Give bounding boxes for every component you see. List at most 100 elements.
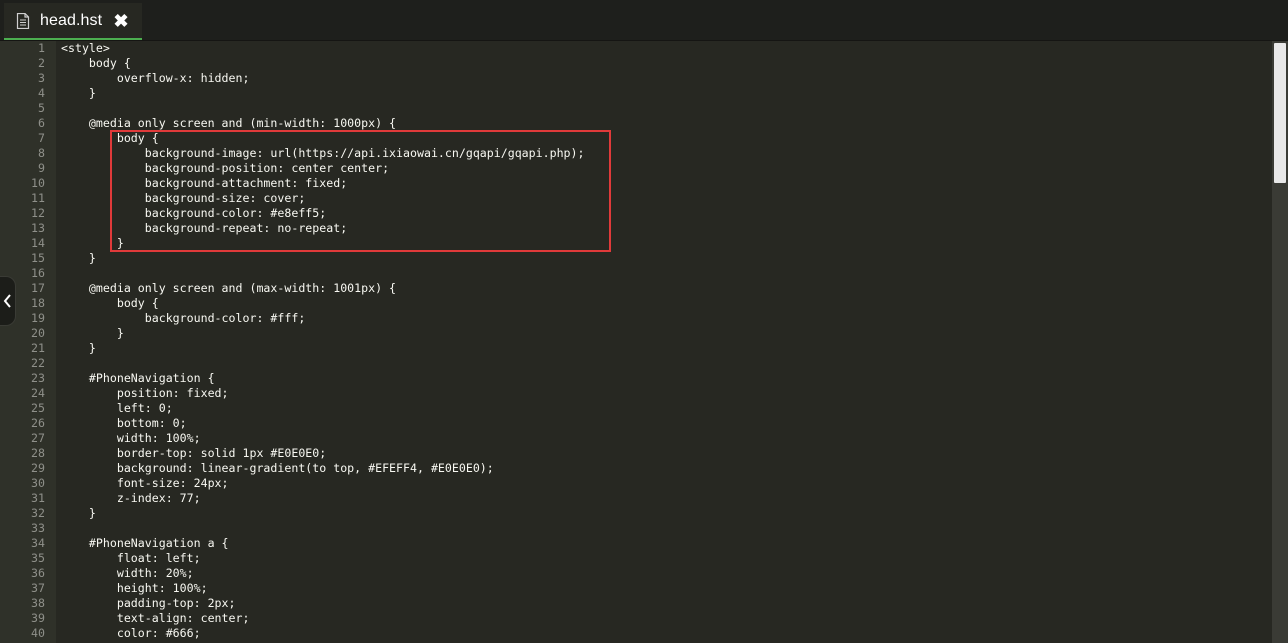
code-text: position: fixed; [61,386,229,400]
code-text: background-color: #fff; [61,311,306,325]
line-number: 3 [38,71,45,85]
code-text: background-size: cover; [61,191,306,205]
line-number: 14 [31,236,45,250]
code-line: 22 [0,356,1272,371]
code-text: background: linear-gradient(to top, #EFE… [61,461,494,475]
line-number: 39 [31,611,45,625]
code-text: font-size: 24px; [61,476,229,490]
code-text: background-position: center center; [61,161,390,175]
code-line: 4 } [0,86,1272,101]
code-text: } [61,86,96,100]
line-number: 11 [31,191,45,205]
code-line: 18 body { [0,296,1272,311]
code-line: 30 font-size: 24px; [0,476,1272,491]
line-number: 12 [31,206,45,220]
line-number: 10 [31,176,45,190]
code-line: 28 border-top: solid 1px #E0E0E0; [0,446,1272,461]
code-line: 20 } [0,326,1272,341]
code-text: } [61,236,124,250]
code-text: body { [61,56,131,70]
code-text: <style> [61,41,110,55]
line-number: 29 [31,461,45,475]
tab-bar: head.hst ✖ [0,0,1288,41]
line-number: 40 [31,626,45,640]
code-text: } [61,341,96,355]
code-lines: 1 <style> 2 body {3 overflow-x: hidden; 4 }… [0,41,1272,641]
document-icon [16,12,30,30]
code-line: 8 background-image: url(https://api.ixia… [0,146,1272,161]
code-text: height: 100%; [61,581,208,595]
code-line: 10 background-attachment: fixed; [0,176,1272,191]
line-number: 27 [31,431,45,445]
code-text: } [61,251,96,265]
vertical-scrollbar[interactable] [1272,41,1288,643]
editor-window: head.hst ✖ 1 <style> 2 body {3 overflow-x:… [0,0,1288,643]
code-text: padding-top: 2px; [61,596,236,610]
line-number: 15 [31,251,45,265]
line-number: 2 [38,56,45,70]
code-line: 19 background-color: #fff; [0,311,1272,326]
line-number: 34 [31,536,45,550]
line-number: 9 [38,161,45,175]
code-text: color: #666; [61,626,201,640]
line-number: 22 [31,356,45,370]
line-number: 4 [38,86,45,100]
code-line: 12 background-color: #e8eff5; [0,206,1272,221]
code-text: background-attachment: fixed; [61,176,348,190]
code-line: 38 padding-top: 2px; [0,596,1272,611]
code-text: background-image: url(https://api.ixiaow… [61,146,585,160]
code-line: 16 [0,266,1272,281]
code-line: 31 z-index: 77; [0,491,1272,506]
code-line: 23 #PhoneNavigation { [0,371,1272,386]
code-editor[interactable]: 1 <style> 2 body {3 overflow-x: hidden; 4 }… [0,41,1272,643]
line-number: 26 [31,416,45,430]
line-number: 8 [38,146,45,160]
scrollbar-thumb[interactable] [1274,43,1286,183]
code-text: z-index: 77; [61,491,201,505]
code-line: 6 @media only screen and (min-width: 100… [0,116,1272,131]
collapse-sidebar-handle[interactable] [0,276,16,326]
line-number: 13 [31,221,45,235]
code-text: body { [61,296,159,310]
code-line: 39 text-align: center; [0,611,1272,626]
line-number: 32 [31,506,45,520]
line-number: 38 [31,596,45,610]
line-number: 31 [31,491,45,505]
line-number: 33 [31,521,45,535]
code-text: bottom: 0; [61,416,187,430]
line-number: 7 [38,131,45,145]
line-number: 6 [38,116,45,130]
tab-label: head.hst [40,12,103,29]
code-line: 29 background: linear-gradient(to top, #… [0,461,1272,476]
line-number: 20 [31,326,45,340]
code-line: 26 bottom: 0; [0,416,1272,431]
code-line: 32 } [0,506,1272,521]
close-icon[interactable]: ✖ [111,9,131,33]
code-line: 24 position: fixed; [0,386,1272,401]
code-line: 13 background-repeat: no-repeat; [0,221,1272,236]
code-line: 34 #PhoneNavigation a { [0,536,1272,551]
code-text: left: 0; [61,401,173,415]
code-line: 7 body { [0,131,1272,146]
line-number: 37 [31,581,45,595]
line-number: 30 [31,476,45,490]
code-text: overflow-x: hidden; [61,71,250,85]
code-line: 40 color: #666; [0,626,1272,641]
code-line: 36 width: 20%; [0,566,1272,581]
code-line: 27 width: 100%; [0,431,1272,446]
code-text: } [61,506,96,520]
code-line: 2 body { [0,56,1272,71]
code-text: @media only screen and (min-width: 1000p… [61,116,397,130]
code-line: 3 overflow-x: hidden; [0,71,1272,86]
code-line: 25 left: 0; [0,401,1272,416]
code-text: width: 100%; [61,431,201,445]
tab-head-hst[interactable]: head.hst ✖ [4,3,142,40]
code-text: float: left; [61,551,201,565]
code-line: 5 [0,101,1272,116]
line-number: 35 [31,551,45,565]
code-line: 37 height: 100%; [0,581,1272,596]
code-line: 21 } [0,341,1272,356]
line-number: 23 [31,371,45,385]
code-text: #PhoneNavigation a { [61,536,229,550]
line-number: 21 [31,341,45,355]
